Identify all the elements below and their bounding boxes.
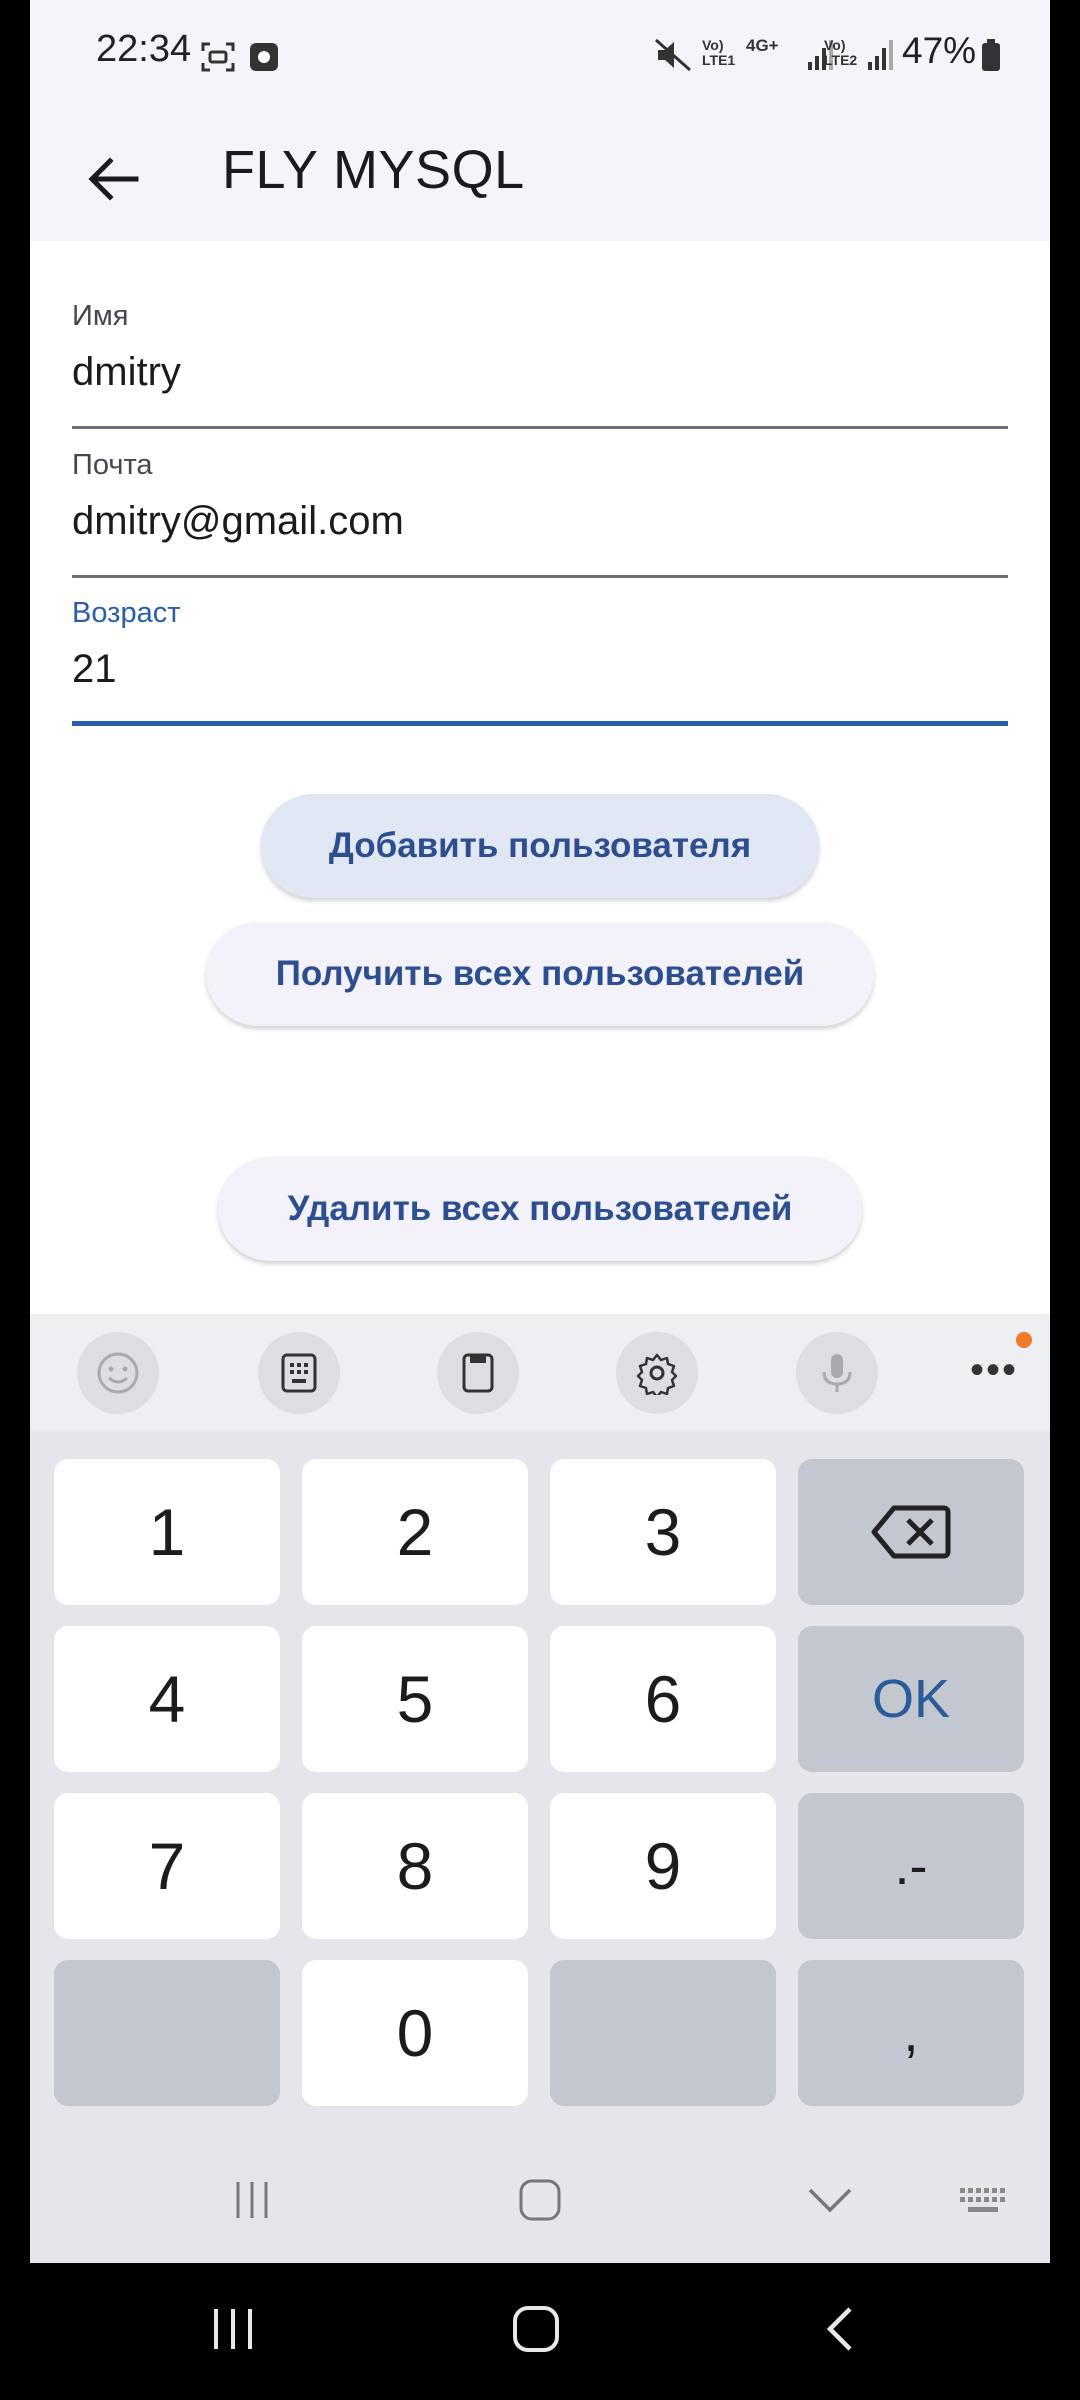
email-field-value[interactable]: dmitry@gmail.com	[72, 499, 404, 544]
status-time: 22:34	[96, 28, 192, 70]
kb-recents-icon[interactable]	[230, 2180, 274, 2220]
age-field-value[interactable]: 21	[72, 647, 117, 692]
ok-key[interactable]: OK	[798, 1626, 1024, 1772]
mute-icon	[655, 38, 691, 72]
age-field[interactable]: Возраст 21	[72, 597, 1008, 732]
settings-icon[interactable]	[616, 1332, 698, 1414]
name-field-label: Имя	[72, 300, 129, 332]
key-9[interactable]: 9	[550, 1793, 776, 1939]
email-field-label: Почта	[72, 449, 153, 481]
app-screen: 22:34 Vo) LTE1 4G+ Vo) LTE2 47% FLY MYSQ…	[30, 0, 1050, 2263]
get-all-users-button[interactable]: Получить всех пользователей	[206, 922, 874, 1026]
network-type-label: 4G+	[746, 36, 779, 55]
home-icon[interactable]	[512, 2305, 560, 2353]
numeric-keyboard: ••• 1 2 3 4 5 6 OK 7 8 9 .- 0 ,	[30, 1314, 1050, 2263]
key-1[interactable]: 1	[54, 1459, 280, 1605]
blank-key-left[interactable]	[54, 1960, 280, 2106]
battery-percent: 47%	[902, 30, 977, 71]
email-field[interactable]: Почта dmitry@gmail.com	[72, 449, 1008, 584]
blank-key-right[interactable]	[550, 1960, 776, 2106]
keypad-icon[interactable]	[258, 1332, 340, 1414]
kb-hide-icon[interactable]	[806, 2184, 854, 2216]
recent-apps-icon[interactable]	[210, 2307, 256, 2351]
status-bar: 22:34 Vo) LTE1 4G+ Vo) LTE2 47%	[30, 0, 1050, 115]
add-user-button[interactable]: Добавить пользователя	[261, 794, 819, 898]
name-field-value[interactable]: dmitry	[72, 350, 181, 395]
more-icon[interactable]: •••	[970, 1348, 1018, 1393]
key-7[interactable]: 7	[54, 1793, 280, 1939]
system-nav-bar	[0, 2263, 1080, 2400]
email-field-underline	[72, 575, 1008, 578]
backspace-icon	[871, 1505, 951, 1559]
age-field-label: Возраст	[72, 597, 181, 629]
key-0[interactable]: 0	[302, 1960, 528, 2106]
dot-dash-key[interactable]: .-	[798, 1793, 1024, 1939]
keyboard-switch-icon[interactable]	[958, 2186, 1010, 2216]
key-4[interactable]: 4	[54, 1626, 280, 1772]
emoji-icon[interactable]	[77, 1332, 159, 1414]
key-3[interactable]: 3	[550, 1459, 776, 1605]
backspace-key[interactable]	[798, 1459, 1024, 1605]
notification-dot	[1016, 1332, 1032, 1348]
back-arrow-icon[interactable]	[74, 139, 154, 219]
back-icon[interactable]	[822, 2305, 858, 2353]
delete-all-users-button[interactable]: Удалить всех пользователей	[218, 1157, 862, 1261]
signal-2-icon	[868, 40, 893, 70]
sim2-label: Vo) LTE2	[824, 37, 858, 68]
name-field-underline	[72, 426, 1008, 429]
battery-icon	[982, 39, 1000, 71]
mic-icon[interactable]	[796, 1332, 878, 1414]
keyboard-toolbar: •••	[30, 1314, 1050, 1430]
sim1-label: Vo) LTE1	[702, 37, 736, 68]
app-title: FLY MYSQL	[222, 140, 525, 200]
comma-key[interactable]: ,	[798, 1960, 1024, 2106]
name-field[interactable]: Имя dmitry	[72, 300, 1008, 435]
kb-home-icon[interactable]	[518, 2178, 562, 2222]
key-6[interactable]: 6	[550, 1626, 776, 1772]
age-field-underline	[72, 721, 1008, 726]
app-bar: FLY MYSQL	[30, 115, 1050, 241]
clipboard-icon[interactable]	[437, 1332, 519, 1414]
recorder-icon	[250, 43, 278, 71]
key-8[interactable]: 8	[302, 1793, 528, 1939]
key-5[interactable]: 5	[302, 1626, 528, 1772]
key-2[interactable]: 2	[302, 1459, 528, 1605]
screenshot-icon	[201, 42, 235, 72]
